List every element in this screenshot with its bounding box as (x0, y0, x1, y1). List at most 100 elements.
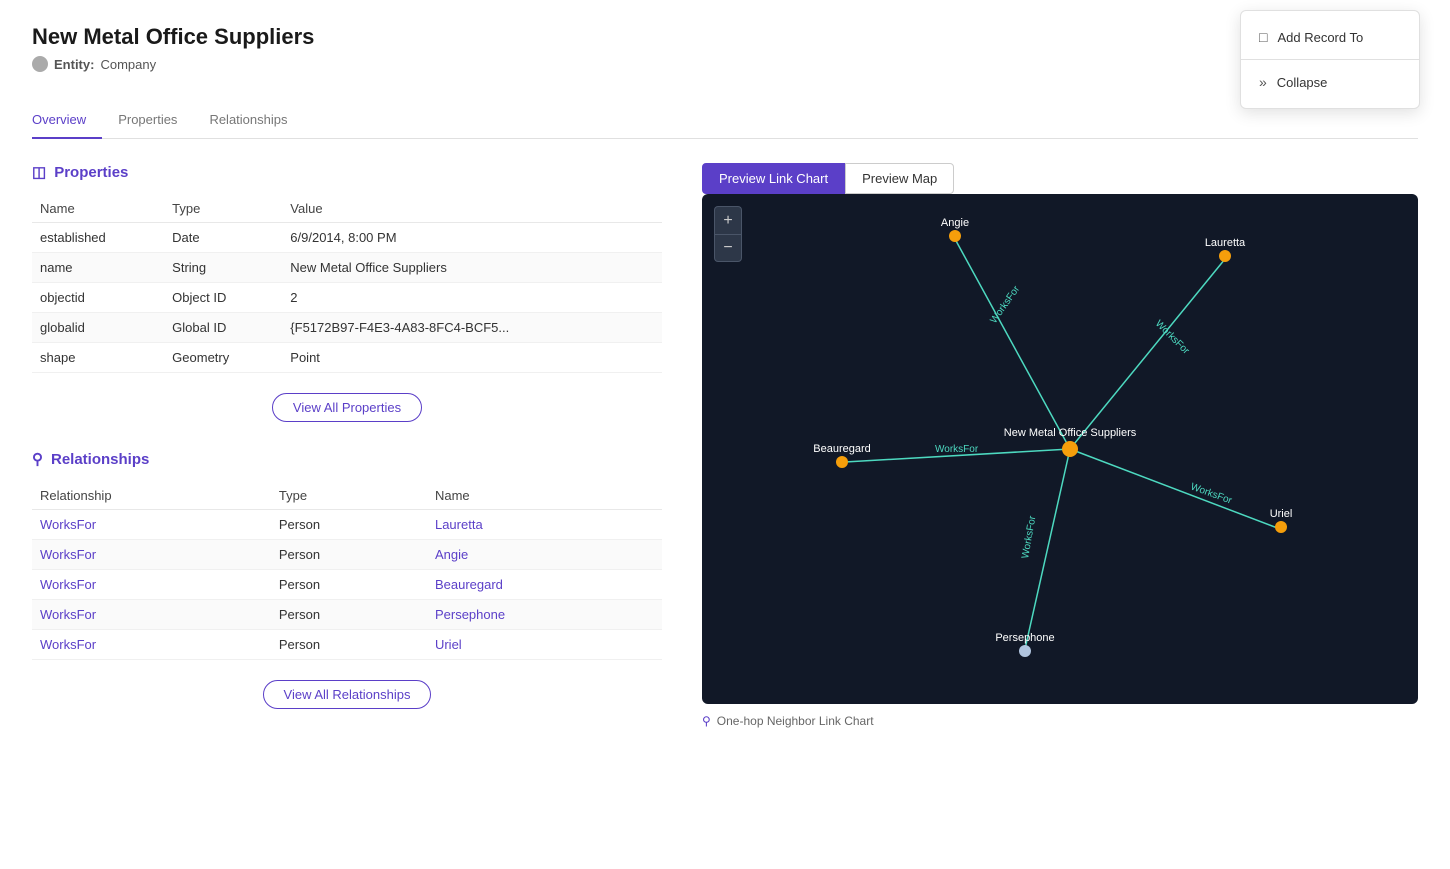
svg-text:Lauretta: Lauretta (1205, 237, 1246, 249)
tab-properties[interactable]: Properties (102, 104, 193, 139)
relationships-table: Relationship Type Name WorksFor Person L… (32, 482, 662, 660)
rel-type-cell: Person (271, 540, 427, 570)
properties-heading: Properties (54, 164, 128, 181)
rel-relationship-cell: WorksFor (32, 600, 271, 630)
relationships-row-1: WorksFor Person Angie (32, 540, 662, 570)
rel-col-name: Name (427, 482, 662, 510)
entity-icon (32, 56, 48, 72)
right-panel: Preview Link Chart Preview Map + − (702, 163, 1418, 737)
tab-relationships[interactable]: Relationships (193, 104, 303, 139)
prop-value-cell: 2 (282, 283, 662, 313)
relationships-section-header: ⚲ Relationships (32, 450, 662, 468)
view-all-properties-button[interactable]: View All Properties (272, 393, 422, 422)
entity-value: Company (100, 57, 156, 72)
rel-type-cell: Person (271, 510, 427, 540)
relationships-row-2: WorksFor Person Beauregard (32, 570, 662, 600)
rel-type-cell: Person (271, 630, 427, 660)
svg-text:Uriel: Uriel (1270, 508, 1293, 520)
rel-relationship-cell: WorksFor (32, 510, 271, 540)
dropdown-divider (1241, 59, 1419, 60)
dropdown-panel: □ Add Record To » Collapse (1240, 10, 1420, 109)
properties-row-2: objectid Object ID 2 (32, 283, 662, 313)
main-content: ◫ Properties Name Type Value established… (32, 163, 1418, 737)
view-all-relationships-button[interactable]: View All Relationships (263, 680, 432, 709)
prop-type-cell: Geometry (164, 343, 282, 373)
rel-type-cell: Person (271, 570, 427, 600)
properties-section-header: ◫ Properties (32, 163, 662, 181)
relationships-row-0: WorksFor Person Lauretta (32, 510, 662, 540)
svg-text:New Metal Office Suppliers: New Metal Office Suppliers (1004, 427, 1137, 439)
prop-col-name: Name (32, 195, 164, 223)
rel-type-cell: Person (271, 600, 427, 630)
rel-relationship-cell: WorksFor (32, 630, 271, 660)
prop-value-cell: New Metal Office Suppliers (282, 253, 662, 283)
properties-table-header-row: Name Type Value (32, 195, 662, 223)
properties-row-0: established Date 6/9/2014, 8:00 PM (32, 223, 662, 253)
zoom-in-button[interactable]: + (714, 206, 742, 234)
rel-relationship-cell: WorksFor (32, 540, 271, 570)
prop-col-value: Value (282, 195, 662, 223)
tab-preview-link-chart[interactable]: Preview Link Chart (702, 163, 845, 194)
svg-text:Angie: Angie (941, 217, 969, 229)
rel-name-cell: Angie (427, 540, 662, 570)
prop-name-cell: objectid (32, 283, 164, 313)
prop-type-cell: Global ID (164, 313, 282, 343)
prop-type-cell: Object ID (164, 283, 282, 313)
prop-name-cell: globalid (32, 313, 164, 343)
relationships-table-header-row: Relationship Type Name (32, 482, 662, 510)
rel-col-relationship: Relationship (32, 482, 271, 510)
rel-name-cell: Persephone (427, 600, 662, 630)
tabs-bar: Overview Properties Relationships (32, 104, 1418, 139)
collapse-label: Collapse (1277, 75, 1328, 90)
prop-col-type: Type (164, 195, 282, 223)
rel-name-cell: Lauretta (427, 510, 662, 540)
prop-name-cell: name (32, 253, 164, 283)
properties-table: Name Type Value established Date 6/9/201… (32, 195, 662, 373)
relationships-row-3: WorksFor Person Persephone (32, 600, 662, 630)
chart-footer: ⚲ One-hop Neighbor Link Chart (702, 714, 1418, 728)
rel-name-cell: Beauregard (427, 570, 662, 600)
add-record-item[interactable]: □ Add Record To (1241, 19, 1419, 55)
page-wrapper: □ Add Record To » Collapse New Metal Off… (0, 0, 1450, 869)
entity-label: Entity: (54, 57, 94, 72)
link-chart-svg: WorksFor WorksFor WorksFor WorksFor Work… (702, 194, 1418, 704)
relationships-row-4: WorksFor Person Uriel (32, 630, 662, 660)
prop-type-cell: Date (164, 223, 282, 253)
properties-row-4: shape Geometry Point (32, 343, 662, 373)
prop-name-cell: established (32, 223, 164, 253)
tab-overview[interactable]: Overview (32, 104, 102, 139)
prop-value-cell: {F5172B97-F4E3-4A83-8FC4-BCF5... (282, 313, 662, 343)
add-record-label: Add Record To (1277, 30, 1363, 45)
prop-value-cell: Point (282, 343, 662, 373)
zoom-out-button[interactable]: − (714, 234, 742, 262)
add-record-icon: □ (1259, 29, 1267, 45)
collapse-icon: » (1259, 74, 1267, 90)
properties-row-3: globalid Global ID {F5172B97-F4E3-4A83-8… (32, 313, 662, 343)
svg-text:Beauregard: Beauregard (813, 443, 871, 455)
rel-col-type: Type (271, 482, 427, 510)
relationships-icon: ⚲ (32, 450, 43, 468)
svg-text:WorksFor: WorksFor (988, 284, 1022, 326)
svg-text:WorksFor: WorksFor (935, 444, 979, 455)
chart-tabs: Preview Link Chart Preview Map (702, 163, 1418, 194)
prop-name-cell: shape (32, 343, 164, 373)
svg-text:WorksFor: WorksFor (1020, 514, 1038, 559)
chart-controls: + − (714, 206, 742, 262)
chart-container: + − WorksFor (702, 194, 1418, 704)
properties-icon: ◫ (32, 163, 46, 181)
tab-preview-map[interactable]: Preview Map (845, 163, 954, 194)
rel-name-cell: Uriel (427, 630, 662, 660)
entity-row: Entity: Company (32, 56, 1418, 72)
prop-value-cell: 6/9/2014, 8:00 PM (282, 223, 662, 253)
prop-type-cell: String (164, 253, 282, 283)
rel-relationship-cell: WorksFor (32, 570, 271, 600)
svg-text:Persephone: Persephone (995, 632, 1054, 644)
properties-row-1: name String New Metal Office Suppliers (32, 253, 662, 283)
relationships-section: ⚲ Relationships Relationship Type Name W… (32, 450, 662, 709)
header-area: New Metal Office Suppliers Entity: Compa… (32, 24, 1418, 72)
page-title: New Metal Office Suppliers (32, 24, 1418, 50)
left-panel: ◫ Properties Name Type Value established… (32, 163, 662, 737)
chart-footer-icon: ⚲ (702, 714, 711, 728)
chart-footer-text: One-hop Neighbor Link Chart (717, 714, 874, 728)
collapse-item[interactable]: » Collapse (1241, 64, 1419, 100)
